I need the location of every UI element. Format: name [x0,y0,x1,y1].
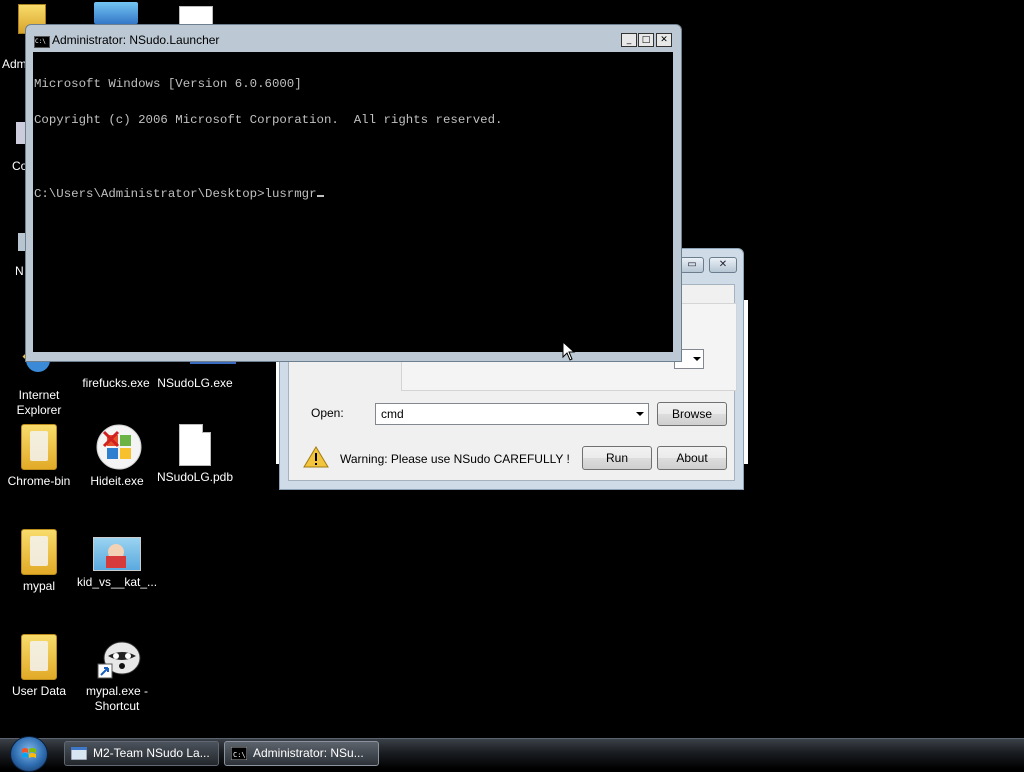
svg-text:C:\: C:\ [233,751,246,759]
window-title: Administrator: NSudo.Launcher [52,33,220,47]
desktop-icon-network-partial-label: N [15,264,24,278]
chevron-down-icon[interactable] [636,412,644,416]
desktop-icon-label: mypal [22,579,55,593]
windows-logo-icon [22,748,36,758]
desktop-icon-label: NSudoLG.pdb [156,470,234,484]
desktop-icon-label: Adm [2,57,27,71]
desktop-icon-network-share-partial[interactable] [94,2,140,26]
browse-button[interactable]: Browse [657,402,727,426]
desktop-icon-label: Hideit.exe [90,474,144,488]
taskbar-button-label: Administrator: NSu... [253,746,364,760]
close-button[interactable]: ✕ [656,33,672,47]
text-cursor [316,186,324,197]
desktop-icon-hideit-exe[interactable]: Hideit.exe [77,424,157,489]
console-line: Microsoft Windows [Version 6.0.6000] [34,77,302,91]
run-button[interactable]: Run [582,446,652,470]
desktop-icon-user-data[interactable]: User Data [0,634,79,699]
close-icon: ✕ [718,259,728,270]
hideit-icon [96,424,142,470]
open-command-value: cmd [381,407,404,421]
folder-icon [21,529,57,575]
raccoon-icon [96,634,141,680]
folder-icon [21,634,57,680]
restore-button[interactable]: ▭ [680,257,704,273]
image-thumbnail-icon [93,537,141,571]
close-button[interactable]: ✕ [709,257,737,273]
console-icon: C:\ [34,36,50,48]
open-label: Open: [311,406,344,420]
warning-text: Warning: Please use NSudo CAREFULLY ! [340,452,570,466]
maximize-button[interactable]: □ [638,33,654,47]
desktop-icon-label: mypal.exe - Shortcut [85,684,149,713]
console-icon: C:\ [231,747,247,760]
cmd-titlebar[interactable]: C:\ Administrator: NSudo.Launcher _ □ ✕ [26,25,681,51]
mouse-pointer-icon [562,341,576,361]
document-icon [179,424,211,466]
cmd-window: C:\ Administrator: NSudo.Launcher _ □ ✕ … [25,24,682,362]
desktop-icon-label: NSudoLG.exe [157,376,233,390]
minimize-button[interactable]: _ [621,33,637,47]
taskbar-button-label: M2-Team NSudo La... [93,746,210,760]
desktop-icon-mypal-shortcut[interactable]: mypal.exe - Shortcut [77,634,157,714]
dialog-edge-highlight [744,300,748,464]
taskbar-button-nsudo-launcher[interactable]: M2-Team NSudo La... [64,741,219,766]
desktop-icon-label: User Data [11,684,67,698]
desktop-icon-chrome-bin[interactable]: Chrome-bin [0,424,79,489]
start-button[interactable] [10,736,48,772]
warning-icon [303,446,329,468]
console-line: Copyright (c) 2006 Microsoft Corporation… [34,113,503,127]
desktop-icon-kid-vs-kat[interactable]: kid_vs__kat_... [77,537,157,590]
open-command-combobox[interactable]: cmd [375,403,649,425]
desktop-icon-label: firefucks.exe [82,376,150,390]
console-prompt-line: C:\Users\Administrator\Desktop>lusrmgr [34,187,317,201]
desktop-icon-mypal[interactable]: mypal [0,529,79,594]
restore-icon: ▭ [687,259,697,270]
taskbar-button-cmd[interactable]: C:\ Administrator: NSu... [224,741,379,766]
desktop-icon-label: kid_vs__kat_... [77,575,158,589]
network-icon [94,2,138,24]
desktop-icon-label: Chrome-bin [7,474,71,488]
nsudo-app-icon [71,747,87,760]
desktop-icon-label: Internet Explorer [16,388,62,417]
desktop-icon-nsudolg-pdb[interactable]: NSudoLG.pdb [155,424,235,485]
dialog-edge-highlight-left [276,362,279,464]
console-output[interactable]: Microsoft Windows [Version 6.0.6000] Cop… [33,52,673,352]
chevron-down-icon [693,357,701,361]
folder-icon [21,424,57,470]
about-button[interactable]: About [657,446,727,470]
